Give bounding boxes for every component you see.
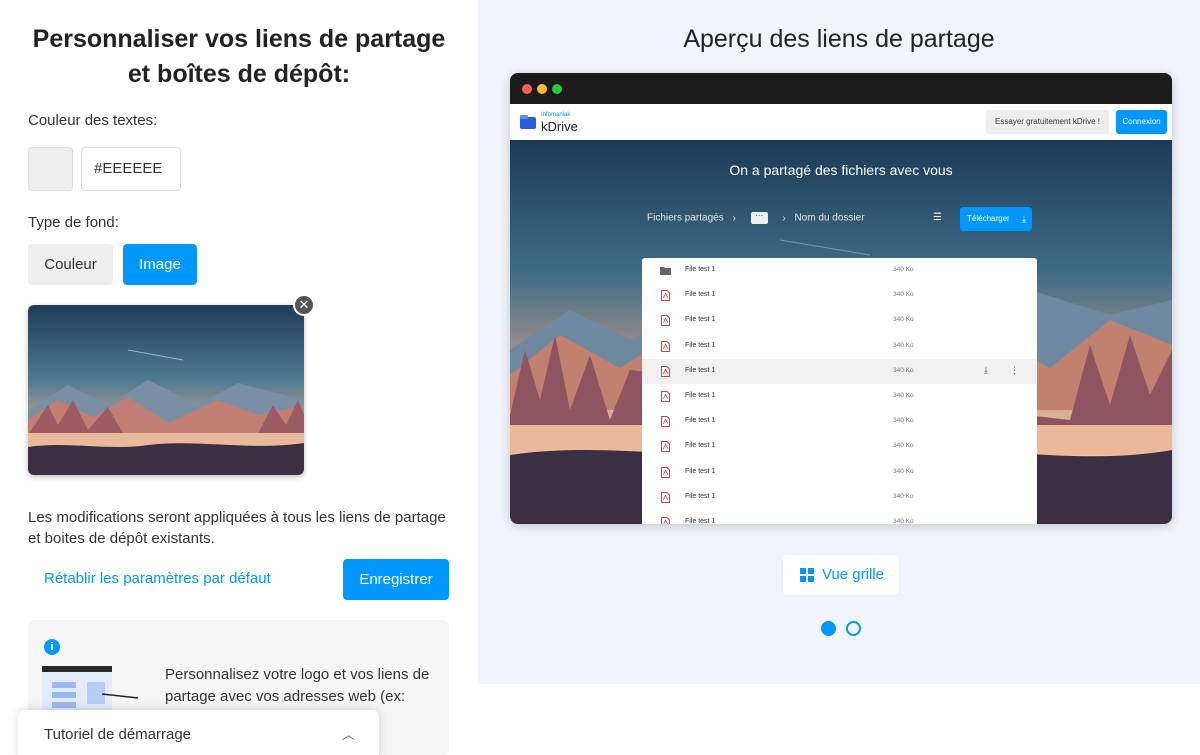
- bg-type-image-button[interactable]: Image: [123, 244, 197, 285]
- file-row[interactable]: File test 1 340 Ko: [642, 308, 1037, 333]
- info-text: Personnalisez votre logo et vos liens de…: [165, 666, 430, 705]
- info-icon: i: [44, 639, 60, 655]
- chevron-right-icon: ›: [782, 212, 786, 224]
- window-titlebar: [510, 73, 1172, 104]
- file-row[interactable]: File test 1 340 Ko: [642, 409, 1037, 434]
- file-size: 340 Ko: [893, 266, 914, 273]
- file-row[interactable]: File test 1 340 Ko: [642, 460, 1037, 485]
- file-name: File test 1: [685, 341, 716, 349]
- changes-note: Les modifications seront appliquées à to…: [28, 509, 446, 547]
- file-size: 340 Ko: [893, 316, 914, 324]
- window-minimize-dot: [537, 84, 547, 94]
- save-button[interactable]: Enregistrer: [343, 559, 449, 600]
- file-row[interactable]: File test 1 340 Ko: [642, 510, 1037, 524]
- file-row[interactable]: File test 1 340 Ko: [642, 258, 1037, 283]
- chevron-up-icon[interactable]: ︿: [342, 724, 355, 743]
- window-maximize-dot: [552, 84, 562, 94]
- file-size: 340 Ko: [893, 467, 914, 475]
- settings-title: Personnaliser vos liens de partage et bo…: [32, 25, 446, 88]
- list-view-icon[interactable]: ☰: [933, 212, 942, 223]
- file-list: File test 1 340 Ko File test 1 340 Ko File t…: [642, 258, 1037, 524]
- pdf-file-icon: [661, 416, 670, 428]
- more-options-icon[interactable]: ⋮: [1010, 365, 1019, 376]
- background-image-preview[interactable]: [28, 305, 304, 475]
- preview-share-hero: On a partagé des fichiers avec vous Fich…: [510, 140, 1172, 524]
- grid-view-button[interactable]: Vue grille: [783, 555, 899, 595]
- file-name: File test 1: [685, 517, 716, 524]
- pager-dot-2[interactable]: [846, 621, 861, 636]
- preview-app-header: Infomaniak kDrive Essayer gratuitement k…: [510, 104, 1172, 140]
- pdf-file-icon: [661, 491, 670, 503]
- bg-type-color-button[interactable]: Couleur: [28, 244, 113, 285]
- file-size: 340 Ko: [893, 417, 914, 425]
- preview-browser-window: Infomaniak kDrive Essayer gratuitement k…: [510, 73, 1172, 524]
- remove-image-close-icon[interactable]: ✕: [293, 294, 315, 316]
- kdrive-logo-icon: [520, 115, 536, 129]
- try-kdrive-button[interactable]: Essayer gratuitement kDrive !: [986, 110, 1109, 134]
- shared-files-heading: On a partagé des fichiers avec vous: [729, 162, 953, 178]
- download-icon[interactable]: ⤓: [984, 365, 988, 376]
- file-name: File test 1: [685, 291, 716, 299]
- landscape-image: [28, 305, 304, 475]
- settings-panel: Personnaliser vos liens de partage et bo…: [0, 0, 478, 755]
- download-label: Télécharger: [967, 214, 1010, 223]
- logo-brand-sub: Infomaniak: [541, 112, 571, 118]
- file-row[interactable]: File test 1 340 Ko ⤓ ⋮: [642, 358, 1037, 384]
- download-icon: ⤓: [1022, 214, 1026, 224]
- background-type-label: Type de fond:: [28, 214, 119, 231]
- file-name: File test 1: [685, 366, 716, 374]
- breadcrumb: Fichiers partagés › ··· › Nom du dossier: [647, 212, 865, 224]
- file-row[interactable]: File test 1 340 Ko: [642, 283, 1037, 308]
- preview-panel: Aperçu des liens de partage Infomaniak k…: [478, 0, 1200, 684]
- chevron-right-icon: ›: [732, 212, 736, 224]
- reset-defaults-link[interactable]: Rétablir les paramètres par défaut: [44, 570, 271, 587]
- pdf-file-icon: [661, 466, 670, 478]
- file-size: 340 Ko: [893, 492, 914, 500]
- file-size: 340 Ko: [893, 341, 914, 349]
- pdf-file-icon: [661, 441, 670, 453]
- pdf-file-icon: [661, 340, 670, 352]
- grid-view-label: Vue grille: [822, 566, 884, 583]
- file-size: 340 Ko: [893, 442, 914, 450]
- pdf-file-icon: [661, 315, 670, 327]
- pdf-file-icon: [661, 516, 670, 524]
- preview-title: Aperçu des liens de partage: [683, 25, 995, 53]
- file-name: File test 1: [685, 316, 716, 324]
- onboarding-tutorial-panel[interactable]: Tutoriel de démarrage ︿: [18, 710, 379, 755]
- pdf-file-icon: [661, 290, 670, 302]
- file-size: 340 Ko: [893, 517, 914, 524]
- file-row[interactable]: File test 1 340 Ko: [642, 334, 1037, 359]
- file-size: 340 Ko: [893, 366, 914, 374]
- file-size: 340 Ko: [893, 291, 914, 299]
- file-row[interactable]: File test 1 340 Ko: [642, 485, 1037, 510]
- file-name: File test 1: [685, 266, 716, 273]
- grid-icon: [800, 568, 814, 582]
- download-all-button[interactable]: Télécharger ⤓: [960, 207, 1032, 231]
- file-name: File test 1: [685, 442, 716, 450]
- breadcrumb-collapsed-folder[interactable]: ···: [750, 212, 768, 224]
- text-color-label: Couleur des textes:: [28, 112, 158, 129]
- file-name: File test 1: [685, 417, 716, 425]
- breadcrumb-current: Nom du dossier: [794, 212, 865, 224]
- login-button[interactable]: Connexion: [1116, 110, 1167, 134]
- window-close-dot: [522, 84, 532, 94]
- tutorial-label: Tutoriel de démarrage: [44, 726, 192, 743]
- file-row[interactable]: File test 1 340 Ko: [642, 384, 1037, 409]
- text-color-swatch[interactable]: [28, 147, 73, 191]
- file-name: File test 1: [685, 467, 716, 475]
- file-size: 340 Ko: [893, 391, 914, 399]
- breadcrumb-root[interactable]: Fichiers partagés: [647, 213, 724, 224]
- pager-dot-1[interactable]: [821, 621, 836, 636]
- text-color-input[interactable]: #EEEEEE: [81, 147, 181, 191]
- pdf-file-icon: [661, 390, 670, 402]
- pdf-file-icon: [661, 365, 670, 377]
- file-name: File test 1: [685, 391, 716, 399]
- file-row[interactable]: File test 1 340 Ko: [642, 434, 1037, 459]
- logo-brand-main: kDrive: [541, 119, 578, 134]
- file-name: File test 1: [685, 492, 716, 500]
- folder-icon: [660, 267, 671, 275]
